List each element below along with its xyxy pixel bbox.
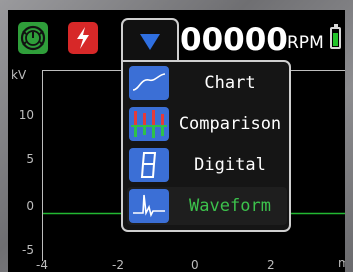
battery-icon	[330, 24, 341, 49]
power-icon	[20, 25, 46, 51]
menu-item-digital[interactable]: Digital	[127, 146, 287, 184]
display-mode-dropdown: Chart Comparison Digital Waveform	[121, 60, 291, 232]
menu-item-chart[interactable]: Chart	[127, 64, 287, 102]
bolt-icon	[77, 27, 89, 49]
menu-item-label: Digital	[194, 155, 266, 175]
display-mode-menu-button[interactable]	[121, 18, 179, 64]
device-screen: 00000 RPM kV 10 5 0 -5 -4 -2 0 2 ms Char…	[8, 10, 345, 272]
rpm-readout: 00000	[180, 22, 288, 58]
menu-item-waveform[interactable]: Waveform	[127, 187, 287, 225]
power-button[interactable]	[18, 22, 48, 54]
chart-icon	[129, 66, 169, 100]
bolt-button[interactable]	[68, 22, 98, 54]
y-axis-unit: kV	[11, 68, 27, 82]
triangle-down-icon	[140, 34, 160, 50]
digital-icon	[129, 148, 169, 182]
battery-level-fill	[333, 33, 338, 46]
y-tick-label: 0	[26, 199, 34, 213]
y-tick-label: 10	[18, 108, 34, 122]
comparison-icon	[129, 107, 169, 141]
rpm-unit-label: RPM	[287, 33, 324, 53]
menu-item-label: Waveform	[189, 196, 271, 216]
waveform-icon	[129, 189, 169, 223]
menu-item-label: Comparison	[178, 114, 282, 134]
menu-item-label: Chart	[204, 73, 256, 93]
y-tick-label: 5	[26, 152, 34, 166]
y-tick-label: -5	[22, 243, 34, 257]
menu-item-comparison[interactable]: Comparison	[127, 105, 287, 143]
